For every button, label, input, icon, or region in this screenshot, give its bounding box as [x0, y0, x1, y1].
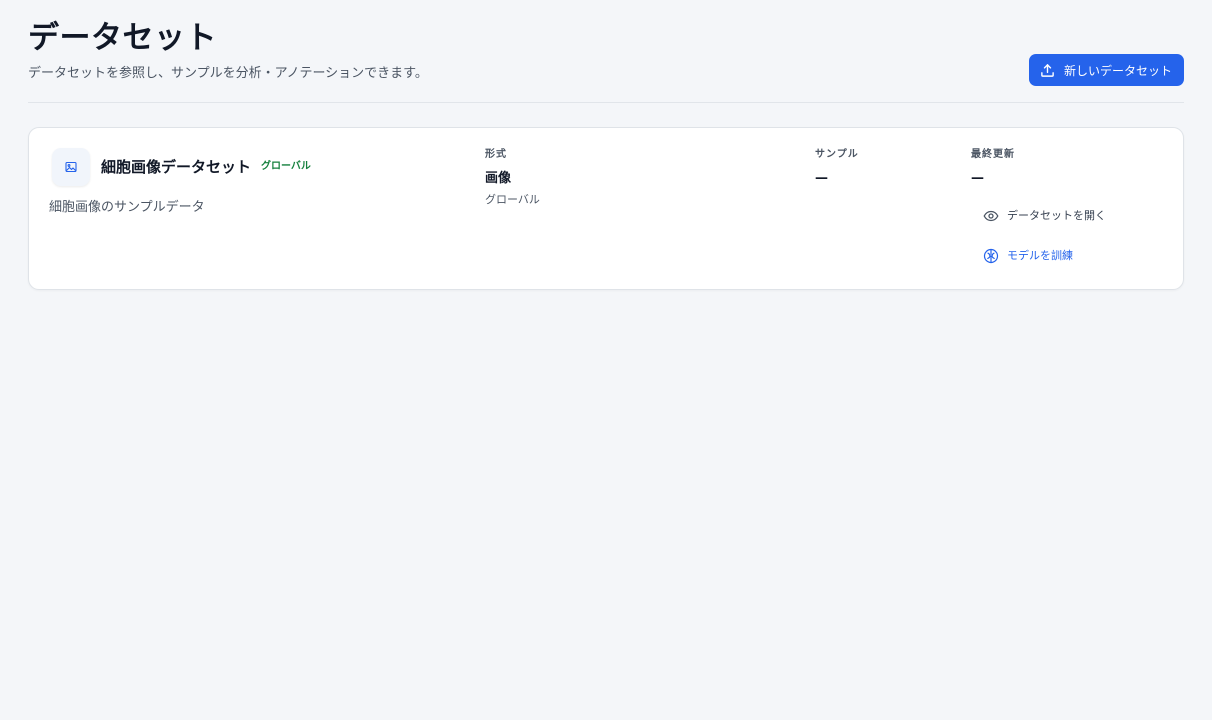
dataset-card[interactable]: 細胞画像データセット グローバル 細胞画像のサンプルデータ 形式 画像 グローバ… [28, 127, 1184, 290]
eye-icon [983, 210, 999, 222]
format-label: 形式 [485, 149, 507, 160]
open-dataset-button[interactable]: データセットを開く [983, 208, 1106, 224]
upload-icon [1041, 63, 1054, 77]
page-header: データセット データセットを参照し、サンプルを分析・アノテーションできます。 新… [28, 0, 1184, 103]
updated-label: 最終更新 [971, 149, 1015, 160]
format-value: 画像 [485, 171, 512, 186]
samples-label: サンプル [815, 149, 859, 160]
train-model-button[interactable]: モデルを訓練 [983, 248, 1073, 264]
datasets-page: データセット データセットを参照し、サンプルを分析・アノテーションできます。 新… [0, 0, 1212, 720]
dataset-thumbnail [52, 148, 90, 186]
page-title: データセット [28, 20, 217, 56]
dataset-description: 細胞画像のサンプルデータ [49, 200, 205, 215]
updated-value: — [971, 171, 984, 186]
format-sub: グローバル [485, 193, 540, 206]
page-subtitle: データセットを参照し、サンプルを分析・アノテーションできます。 [28, 66, 428, 81]
dataset-name[interactable]: 細胞画像データセット [101, 156, 251, 178]
image-icon [65, 161, 77, 173]
new-dataset-button-label: 新しいデータセット [1063, 63, 1172, 78]
samples-value: — [815, 171, 828, 186]
train-model-label: モデルを訓練 [1007, 249, 1073, 262]
brain-icon [983, 248, 999, 264]
new-dataset-button[interactable]: 新しいデータセット [1028, 54, 1184, 86]
open-dataset-label: データセットを開く [1007, 209, 1106, 222]
scope-badge: グローバル [261, 161, 311, 172]
